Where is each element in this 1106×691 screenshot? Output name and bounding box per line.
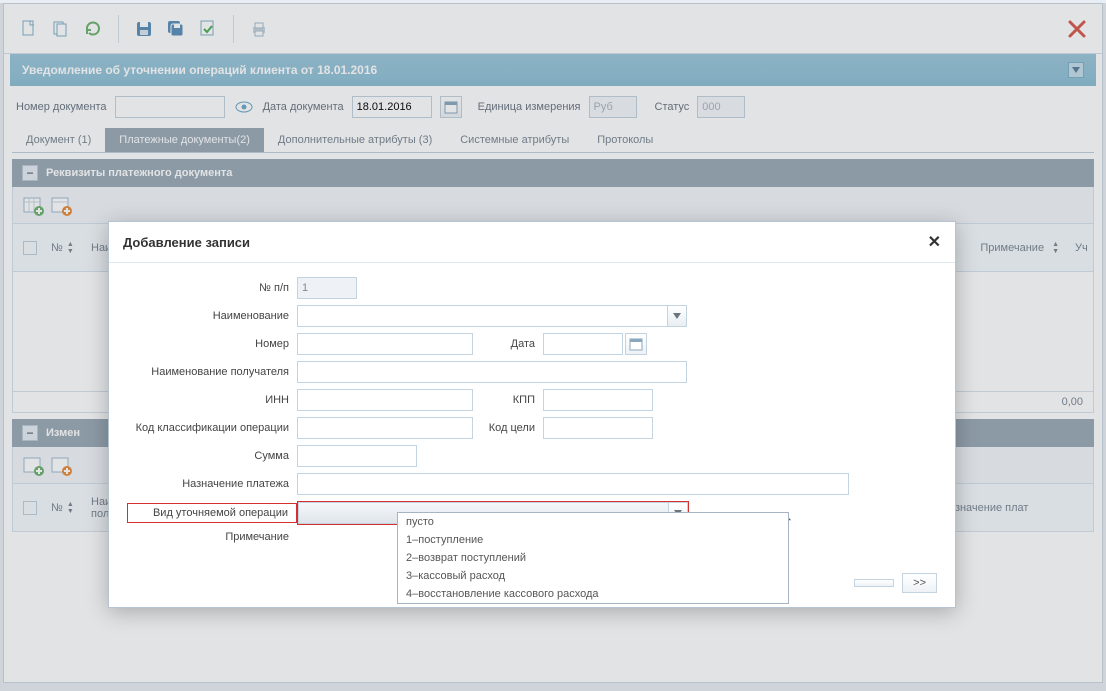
label-kpp: КПП (473, 394, 543, 406)
label-npp: № п/п (127, 282, 297, 294)
pager-next-button[interactable]: >> (902, 573, 937, 593)
input-classcode[interactable] (297, 417, 473, 439)
add-record-modal: Добавление записи ✕ № п/п Наименование Н… (108, 221, 956, 608)
label-sum: Сумма (127, 450, 297, 462)
name-dropdown-icon[interactable] (667, 305, 687, 327)
opt-3[interactable]: 3–кассовый расход (398, 567, 788, 585)
modal-close-icon[interactable]: ✕ (928, 232, 941, 252)
input-purpose[interactable] (297, 473, 849, 495)
label-inn: ИНН (127, 394, 297, 406)
opt-2[interactable]: 2–возврат поступлений (398, 549, 788, 567)
label-classcode: Код классификации операции (127, 422, 297, 434)
opt-1[interactable]: 1–поступление (398, 531, 788, 549)
label-name: Наименование (127, 310, 297, 322)
label-note: Примечание (127, 531, 297, 543)
modal-title: Добавление записи (123, 235, 250, 250)
label-optype: Вид уточняемой операции (127, 503, 297, 523)
input-number[interactable] (297, 333, 473, 355)
label-number: Номер (127, 338, 297, 350)
input-recipient[interactable] (297, 361, 687, 383)
optype-dropdown-list: пусто 1–поступление 2–возврат поступлени… (397, 512, 789, 604)
date-calendar-icon[interactable] (625, 333, 647, 355)
opt-empty[interactable]: пусто (398, 513, 788, 531)
input-goalcode[interactable] (543, 417, 653, 439)
input-date[interactable] (543, 333, 623, 355)
label-goalcode: Код цели (473, 422, 543, 434)
label-date: Дата (473, 338, 543, 350)
input-sum[interactable] (297, 445, 417, 467)
input-npp (297, 277, 357, 299)
pager-current (854, 579, 894, 587)
input-inn[interactable] (297, 389, 473, 411)
input-name[interactable] (297, 305, 667, 327)
label-recipient: Наименование получателя (127, 366, 297, 378)
input-kpp[interactable] (543, 389, 653, 411)
label-purpose: Назначение платежа (127, 478, 297, 490)
opt-4[interactable]: 4–восстановление кассового расхода (398, 585, 788, 603)
